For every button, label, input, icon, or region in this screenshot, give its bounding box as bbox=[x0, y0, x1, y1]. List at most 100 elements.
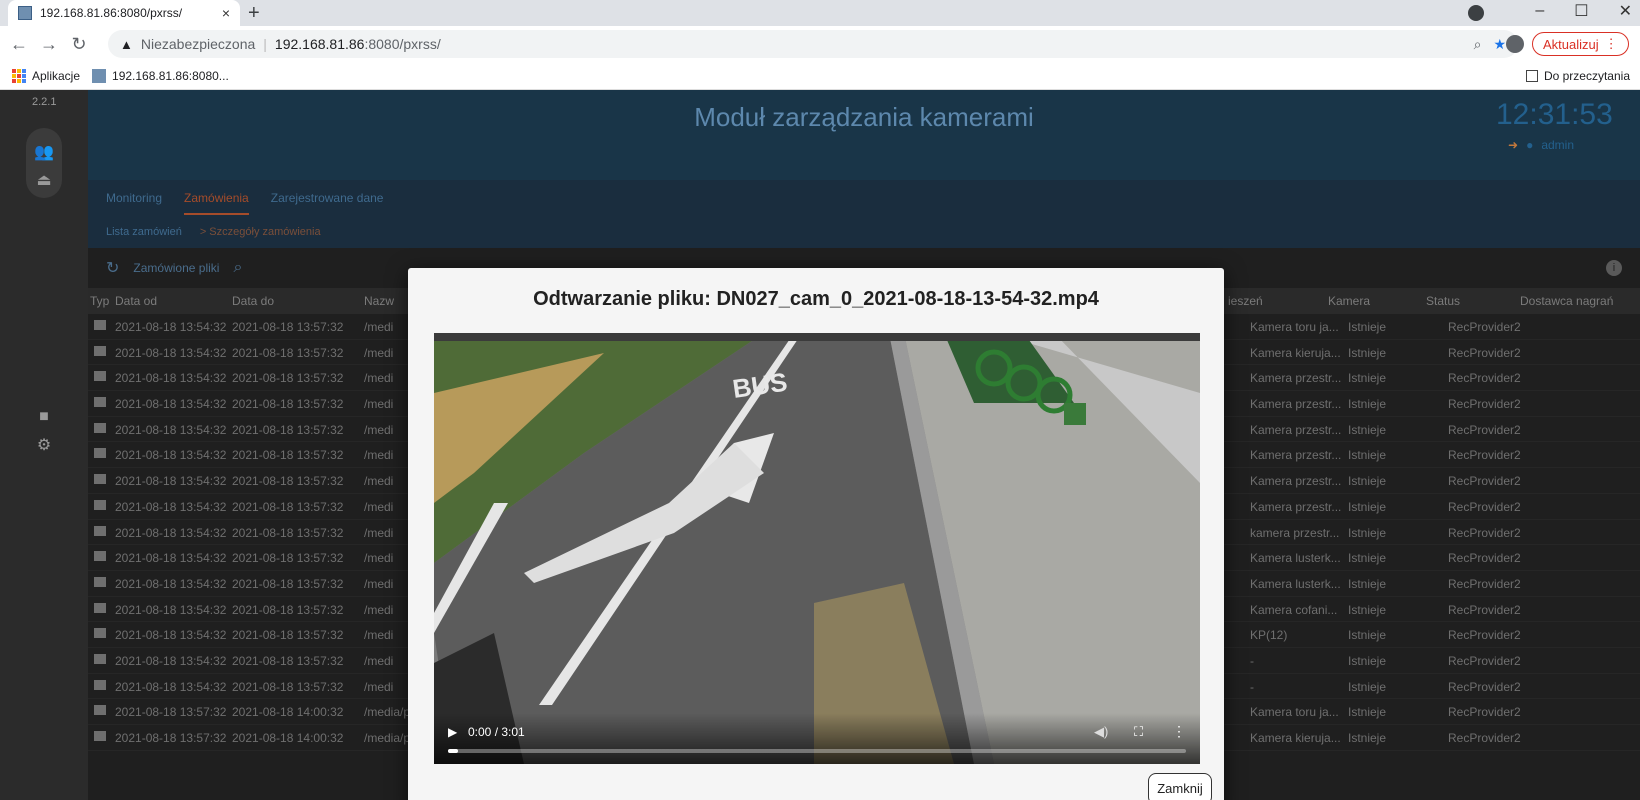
browser-tab[interactable]: 192.168.81.86:8080/pxrss/ × bbox=[8, 0, 240, 26]
video-camera-icon[interactable]: ■ bbox=[34, 408, 54, 425]
camera-device-icon[interactable]: ⏏ bbox=[34, 170, 54, 189]
camera-cell: - bbox=[1250, 679, 1254, 694]
path-cell: /medi bbox=[364, 397, 394, 412]
tab-monitoring[interactable]: Monitoring bbox=[106, 191, 162, 205]
date-to-cell: 2021-08-18 13:57:32 bbox=[232, 320, 344, 334]
logout-icon[interactable]: ➜ bbox=[1508, 138, 1518, 152]
provider-cell: RecProvider2 bbox=[1448, 576, 1521, 591]
user-icon: ● bbox=[1526, 138, 1534, 152]
bookmark-label: Aplikacje bbox=[32, 68, 81, 83]
video-file-icon bbox=[94, 731, 106, 741]
gear-icon[interactable]: ⚙ bbox=[34, 435, 54, 454]
col-date-from[interactable]: Data od bbox=[115, 294, 157, 308]
bookmark-apps[interactable]: Aplikacje bbox=[12, 68, 81, 83]
tab-order-details[interactable]: > Szczegóły zamówienia bbox=[200, 226, 321, 238]
col-name[interactable]: Nazw bbox=[364, 294, 394, 308]
col-provider[interactable]: Dostawca nagrań bbox=[1520, 294, 1613, 308]
camera-cell: Kamera przestr... bbox=[1250, 371, 1342, 386]
provider-cell: RecProvider2 bbox=[1448, 422, 1521, 437]
status-cell: Istnieje bbox=[1348, 320, 1387, 334]
users-icon[interactable]: 👥 bbox=[34, 142, 54, 161]
video-file-icon bbox=[94, 628, 106, 639]
more-options-icon[interactable]: ⋮ bbox=[1172, 723, 1186, 740]
date-from-cell: 2021-08-18 13:54:32 bbox=[115, 551, 227, 566]
date-from-cell: 2021-08-18 13:57:32 bbox=[115, 731, 227, 745]
col-type[interactable]: Typ bbox=[90, 294, 109, 308]
reload-icon[interactable]: ↻ bbox=[68, 34, 90, 55]
reading-list-label: Do przeczytania bbox=[1543, 68, 1630, 83]
video-file-icon bbox=[94, 448, 106, 459]
path-cell: /medi bbox=[364, 679, 394, 694]
tab-registered-data[interactable]: Zarejestrowane dane bbox=[271, 191, 384, 205]
close-window-button[interactable]: ✕ bbox=[1619, 1, 1632, 21]
bookmark-star-icon[interactable]: ★ bbox=[1493, 36, 1506, 53]
provider-cell: RecProvider2 bbox=[1448, 448, 1521, 463]
camera-cell: Kamera kieruja... bbox=[1250, 731, 1341, 745]
provider-cell: RecProvider2 bbox=[1448, 397, 1521, 412]
minimize-button[interactable]: – bbox=[1535, 2, 1544, 20]
video-frame: BUS bbox=[434, 333, 1200, 764]
seek-bar[interactable] bbox=[448, 749, 1186, 753]
more-menu-icon[interactable]: ⋮ bbox=[1605, 36, 1618, 52]
camera-cell: KP(12) bbox=[1250, 628, 1288, 643]
video-player-modal: Odtwarzanie pliku: DN027_cam_0_2021-08-1… bbox=[408, 268, 1224, 800]
col-camera[interactable]: Kamera bbox=[1328, 294, 1370, 308]
path-cell: /medi bbox=[364, 320, 394, 334]
status-cell: Istnieje bbox=[1348, 628, 1387, 643]
provider-cell: RecProvider2 bbox=[1448, 474, 1521, 489]
volume-icon[interactable]: ◀) bbox=[1094, 724, 1108, 740]
reading-list-button[interactable]: Do przeczytania bbox=[1525, 68, 1630, 83]
play-icon[interactable]: ▶ bbox=[448, 725, 457, 739]
browser-toolbar: ← → ↻ ▲ Niezabezpieczona | 192.168.81.86… bbox=[0, 26, 1640, 62]
video-file-icon bbox=[94, 499, 106, 510]
video-file-icon bbox=[94, 345, 106, 356]
camera-cell: Kamera lusterk... bbox=[1250, 551, 1341, 566]
video-file-icon bbox=[94, 397, 106, 408]
path-cell: /medi bbox=[364, 499, 394, 514]
date-from-cell: 2021-08-18 13:54:32 bbox=[115, 448, 227, 463]
tab-close-icon[interactable]: × bbox=[222, 5, 230, 21]
camera-cell: Kamera przestr... bbox=[1250, 422, 1342, 437]
address-bar[interactable]: ▲ Niezabezpieczona | 192.168.81.86 :8080… bbox=[108, 30, 1518, 58]
maximize-button[interactable]: ☐ bbox=[1574, 1, 1588, 21]
zoom-icon[interactable]: ⌕ bbox=[1474, 36, 1482, 53]
date-to-cell: 2021-08-18 13:57:32 bbox=[232, 576, 344, 591]
refresh-icon[interactable]: ↻ bbox=[106, 258, 119, 278]
col-status[interactable]: Status bbox=[1426, 294, 1460, 308]
video-player[interactable]: BUS ▶ 0:00 / 3:01 ◀) ⛶ ⋮ bbox=[434, 333, 1200, 764]
update-button[interactable]: Aktualizuj ⋮ bbox=[1532, 32, 1629, 56]
tab-title: 192.168.81.86:8080/pxrss/ bbox=[40, 6, 183, 20]
info-icon[interactable]: i bbox=[1606, 260, 1622, 276]
camera-cell: Kamera toru ja... bbox=[1250, 705, 1339, 720]
back-arrow-icon[interactable]: ← bbox=[8, 34, 30, 55]
status-cell: Istnieje bbox=[1348, 731, 1387, 745]
provider-cell: RecProvider2 bbox=[1448, 551, 1521, 566]
new-tab-button[interactable]: + bbox=[248, 2, 260, 25]
col-storage[interactable]: ieszeń bbox=[1228, 294, 1263, 308]
profile-menu-icon[interactable] bbox=[1468, 5, 1484, 21]
date-from-cell: 2021-08-18 13:57:32 bbox=[115, 705, 227, 720]
forward-arrow-icon[interactable]: → bbox=[38, 34, 60, 55]
avatar[interactable] bbox=[1506, 35, 1524, 53]
date-from-cell: 2021-08-18 13:54:32 bbox=[115, 371, 227, 386]
search-icon[interactable]: ⌕ bbox=[233, 259, 242, 277]
username: admin bbox=[1541, 138, 1574, 152]
path-cell: /medi bbox=[364, 628, 394, 643]
col-date-to[interactable]: Data do bbox=[232, 294, 274, 308]
tab-orders[interactable]: Zamówienia bbox=[184, 191, 249, 215]
video-file-icon bbox=[94, 422, 106, 433]
close-button[interactable]: Zamknij bbox=[1148, 773, 1212, 800]
status-cell: Istnieje bbox=[1348, 345, 1387, 360]
video-file-icon bbox=[94, 705, 106, 716]
provider-cell: RecProvider2 bbox=[1448, 345, 1521, 360]
video-file-icon bbox=[94, 320, 106, 330]
update-label: Aktualizuj bbox=[1543, 36, 1599, 52]
camera-cell: - bbox=[1250, 653, 1254, 668]
video-file-icon bbox=[94, 551, 106, 562]
page-title: Moduł zarządzania kamerami bbox=[694, 102, 1034, 132]
tab-order-list[interactable]: Lista zamówień bbox=[106, 226, 182, 238]
path-cell: /medi bbox=[364, 345, 394, 360]
warning-icon: ▲ bbox=[120, 36, 133, 52]
fullscreen-icon[interactable]: ⛶ bbox=[1134, 724, 1143, 740]
bookmark-page[interactable]: 192.168.81.86:8080... bbox=[92, 68, 229, 83]
